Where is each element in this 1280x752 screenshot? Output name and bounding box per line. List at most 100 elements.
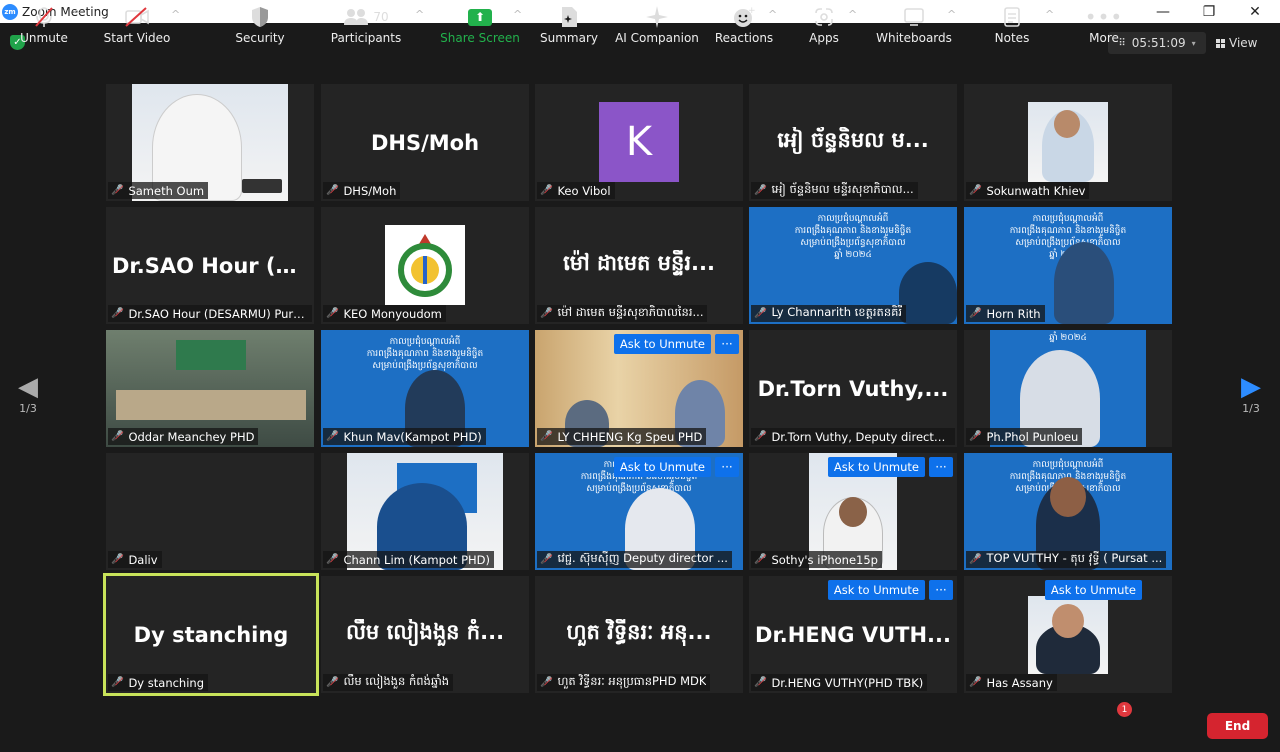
video-tile[interactable]: កាលប្រជុំបណ្តាលអំពី ការពង្រឹងគុណភាព និងខ…: [321, 330, 529, 447]
whiteboards-options-caret-icon[interactable]: ^: [947, 8, 956, 21]
more-button[interactable]: ••• More: [1080, 4, 1128, 50]
participant-name: Sothy's iPhone15p: [771, 552, 878, 567]
end-meeting-button[interactable]: End: [1207, 713, 1268, 739]
share-screen-button[interactable]: ⬆ Share Screen: [440, 4, 520, 50]
video-tile[interactable]: ហួត វិទ្ធីនរៈ អនុ... 🎤̸ ហួត វិទ្ធីនរៈ អនុ…: [535, 576, 743, 693]
participant-name-tag: 🎤̸ Daliv: [108, 551, 162, 568]
participant-name-tag: 🎤̸ ហួត វិទ្ធីនរៈ អនុប្រធានPHD MDK: [537, 674, 711, 691]
video-tile[interactable]: DHS/Moh 🎤̸ DHS/Moh: [321, 84, 529, 201]
summary-button[interactable]: Summary: [540, 4, 598, 50]
face-shape: [1052, 604, 1084, 638]
participants-label: Participants: [330, 31, 402, 45]
participant-name: Dr.SAO Hour (DESARMU) Pursa...: [128, 306, 308, 321]
participants-button[interactable]: 70 Participants: [330, 4, 402, 50]
security-button[interactable]: Security: [232, 4, 288, 50]
participant-name-tag: 🎤̸ TOP VUTTHY - តុប វុទ្ធី ( Pursat ...: [966, 551, 1167, 568]
display-name-text: Dy stanching: [133, 622, 289, 647]
video-tile[interactable]: Dr.HENG VUTH... Ask to Unmute ··· 🎤̸ Dr.H…: [749, 576, 957, 693]
page-indicator-left: 1/3: [19, 402, 37, 415]
apps-button[interactable]: Apps: [800, 4, 848, 50]
minimize-button[interactable]: —: [1140, 0, 1186, 23]
display-name-text: Dr.Torn Vuthy,...: [757, 376, 949, 401]
video-tile[interactable]: Ask to Unmute ··· 🎤̸ Sothy's iPhone15p: [749, 453, 957, 570]
notes-button[interactable]: Notes: [986, 4, 1038, 50]
more-options-button[interactable]: ···: [929, 457, 953, 477]
video-tile[interactable]: 🎤̸ Oddar Meanchey PHD: [106, 330, 314, 447]
whiteboards-label: Whiteboards: [876, 31, 952, 45]
start-video-button[interactable]: Start Video: [102, 4, 172, 50]
video-tile[interactable]: K 🎤̸ Keo Vibol: [535, 84, 743, 201]
video-tile[interactable]: កាលប្រជុំបណ្តាលអំពី ការពង្រឹងគុណភាព និងខ…: [964, 207, 1172, 324]
video-tile[interactable]: 🎤̸ Daliv: [106, 453, 314, 570]
slide-line: ឆ្នាំ ២០២៤: [834, 250, 872, 260]
video-tile[interactable]: កាលប្រជុំបណ្តាលអំពី ការពង្រឹងគុណភាព និងខ…: [964, 453, 1172, 570]
video-tile[interactable]: ឆ្នាំ ២០២៤ 🎤̸ Ph.Phol Punloeu: [964, 330, 1172, 447]
video-tile[interactable]: Dr.SAO Hour (D... 🎤̸ Dr.SAO Hour (DESARMU…: [106, 207, 314, 324]
video-options-caret-icon[interactable]: ^: [171, 8, 180, 21]
video-tile[interactable]: កាលប្រជុំបណ្តាលអំពី ការពង្រឹងគុណភាព និងខ…: [535, 453, 743, 570]
arrow-left-icon[interactable]: ◀: [13, 372, 43, 402]
shield-icon: [250, 4, 270, 30]
summary-icon: [559, 4, 579, 30]
video-tile[interactable]: 🎤̸ KEO Monyoudom: [321, 207, 529, 324]
next-page[interactable]: ▶ 1/3: [1236, 372, 1266, 415]
participant-name-tag: 🎤̸ Dr.SAO Hour (DESARMU) Pursa...: [108, 305, 312, 322]
reactions-button[interactable]: + Reactions: [714, 4, 774, 50]
whiteboard-icon: [903, 4, 925, 30]
more-options-button[interactable]: ···: [929, 580, 953, 600]
video-tile[interactable]: អៀ ច័ន្ទនិមល ម... 🎤̸ អៀ ច័ន្ទនិមល មន្ទីរស…: [749, 84, 957, 201]
close-button[interactable]: ✕: [1232, 0, 1278, 23]
video-tile[interactable]: ម៉ៅ ដាមេត មន្ទីរ... 🎤̸ ម៉ៅ ដាមេត មន្ទីរសុ…: [535, 207, 743, 324]
restore-button[interactable]: ❐: [1186, 0, 1232, 23]
ask-to-unmute-button[interactable]: Ask to Unmute: [827, 457, 925, 477]
ask-to-unmute-button[interactable]: Ask to Unmute: [613, 457, 711, 477]
sparkle-icon: [645, 4, 669, 30]
participant-name-tag: 🎤̸ Sokunwath Khiev: [966, 182, 1090, 199]
participant-name-tag: 🎤̸ Has Assany: [966, 674, 1057, 691]
audio-options-caret-icon[interactable]: ^: [72, 8, 81, 21]
apps-label: Apps: [809, 31, 839, 45]
video-tile[interactable]: 🎤̸ Sokunwath Khiev: [964, 84, 1172, 201]
muted-mic-icon: 🎤̸: [540, 431, 553, 442]
view-button[interactable]: View: [1216, 32, 1270, 54]
video-tile[interactable]: Ask to Unmute ··· 🎤̸ LY CHHENG Kg Speu PH…: [535, 330, 743, 447]
more-options-button[interactable]: ···: [715, 457, 739, 477]
video-tile[interactable]: លឹម លៀងងួន កំ... 🎤̸ លឹម លៀងងួន កំពង់ឆ្នាំ…: [321, 576, 529, 693]
previous-page[interactable]: ◀ 1/3: [13, 372, 43, 415]
muted-mic-icon: 🎤̸: [969, 431, 982, 442]
video-tile[interactable]: 🎤̸ Sameth Oum: [106, 84, 314, 201]
participants-options-caret-icon[interactable]: ^: [415, 8, 424, 21]
active-speaker-tile[interactable]: Dy stanching 🎤̸ Dy stanching: [103, 573, 319, 696]
video-tile[interactable]: កាលប្រជុំបណ្តាលអំពី ការពង្រឹងគុណភាព និងខ…: [749, 207, 957, 324]
chevron-down-icon: ▾: [1191, 38, 1196, 48]
muted-mic-icon: 🎤̸: [754, 308, 767, 319]
more-options-button[interactable]: ···: [715, 334, 739, 354]
video-tile[interactable]: Ask to Unmute 🎤̸ Has Assany: [964, 576, 1172, 693]
video-off-icon: [124, 4, 150, 30]
ask-to-unmute-button[interactable]: Ask to Unmute: [827, 580, 925, 600]
arrow-right-icon[interactable]: ▶: [1236, 372, 1266, 402]
whiteboards-button[interactable]: Whiteboards: [872, 4, 956, 50]
ai-companion-button[interactable]: AI Companion: [615, 4, 699, 50]
share-options-caret-icon[interactable]: ^: [513, 8, 522, 21]
participant-name-tag: 🎤̸ Dy stanching: [108, 674, 209, 691]
meeting-toolbar: [0, 700, 1280, 752]
slide-line: កាលប្រជុំបណ្តាលអំពី: [389, 337, 461, 347]
ask-to-unmute-button[interactable]: Ask to Unmute: [613, 334, 711, 354]
apps-options-caret-icon[interactable]: ^: [848, 8, 857, 21]
notification-badge: 1: [1117, 702, 1132, 717]
display-name-text: អៀ ច័ន្ទនិមល ម...: [777, 128, 929, 152]
video-tile[interactable]: 🎤̸ Chann Lim (Kampot PHD): [321, 453, 529, 570]
slide-line: កាលប្រជុំបណ្តាលអំពី: [1032, 214, 1104, 224]
notes-options-caret-icon[interactable]: ^: [1045, 8, 1054, 21]
ask-to-unmute-button[interactable]: Ask to Unmute: [1044, 580, 1142, 600]
muted-mic-icon: 🎤̸: [326, 308, 339, 319]
video-tile[interactable]: Dr.Torn Vuthy,... 🎤̸ Dr.Torn Vuthy, Deput…: [749, 330, 957, 447]
muted-mic-icon: 🎤̸: [754, 431, 767, 442]
participant-name: វេជ្ជ. ស៊ុមស៊ីញ Deputy director ...: [557, 551, 728, 565]
unmute-button[interactable]: Unmute: [16, 4, 72, 50]
slide-line: ឆ្នាំ ២០២៤: [1049, 333, 1087, 343]
reactions-options-caret-icon[interactable]: ^: [768, 8, 777, 21]
apps-icon: [813, 4, 835, 30]
gallery-grid-icon: [1216, 38, 1225, 48]
